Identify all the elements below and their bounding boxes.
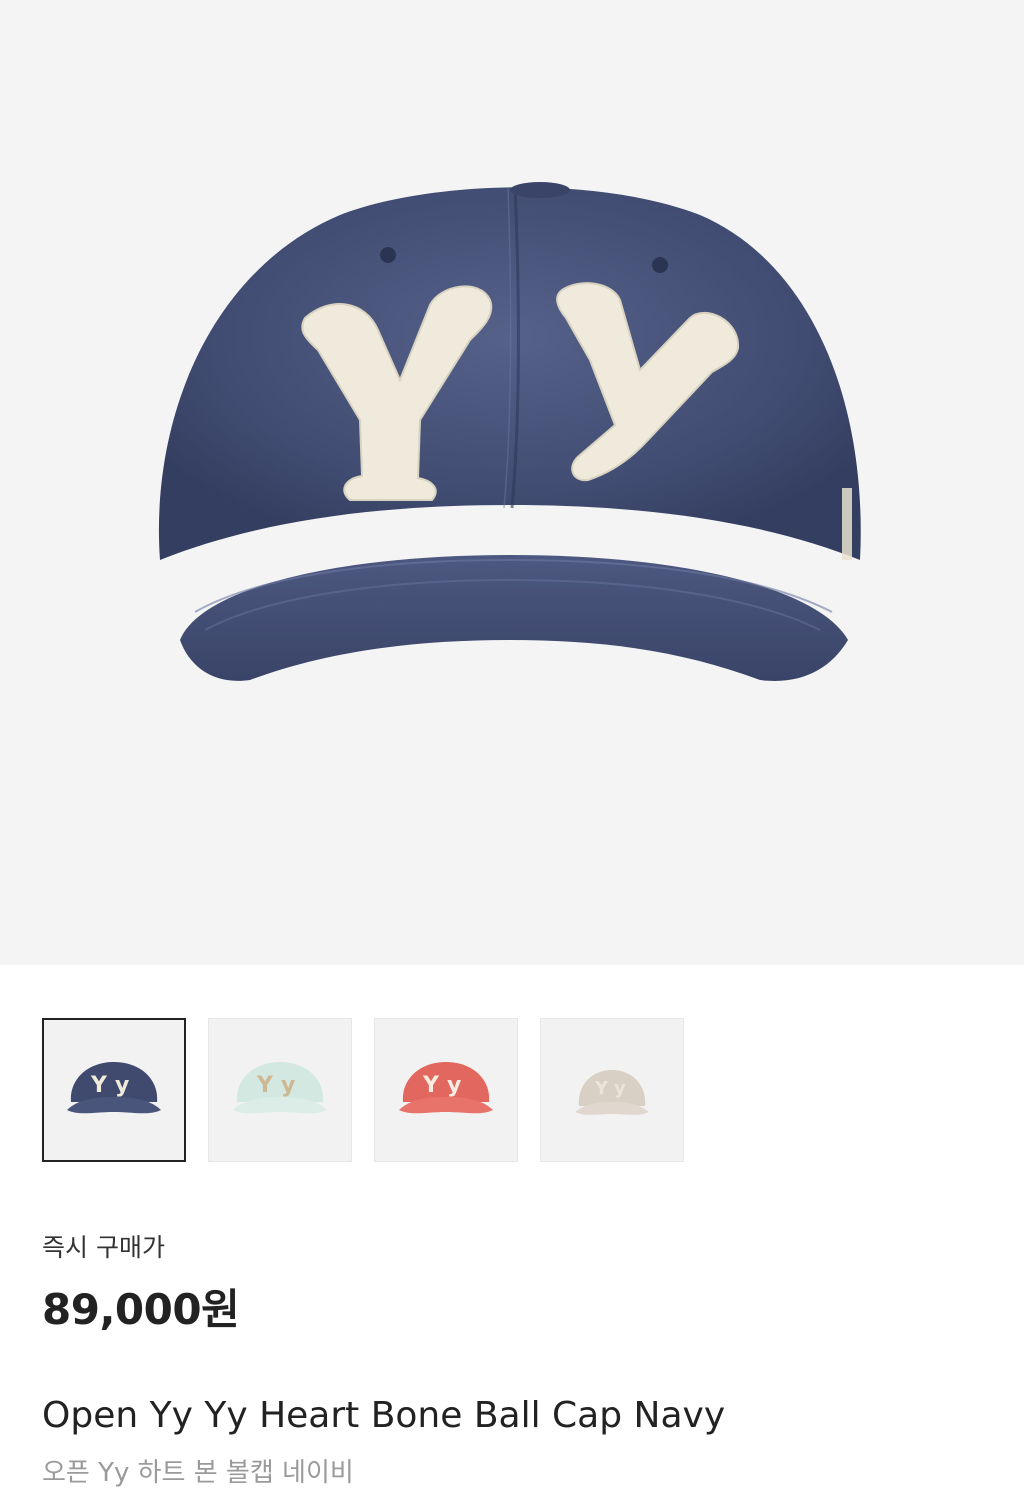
instant-buy-price-label: 즉시 구매가 (42, 1233, 165, 1262)
svg-text:Y: Y (256, 1073, 274, 1098)
svg-text:y: y (447, 1073, 461, 1098)
cap-illustration (158, 182, 861, 681)
color-options: Y y Y y Y y Y y (42, 1018, 684, 1162)
color-option-mint[interactable]: Y y (208, 1018, 352, 1162)
navy-cap-thumbnail: Y y (67, 1062, 161, 1114)
beige-cap-thumbnail: Y y (575, 1070, 649, 1115)
color-option-beige[interactable]: Y y (540, 1018, 684, 1162)
mint-cap-thumbnail: Y y (233, 1062, 327, 1114)
color-option-navy[interactable]: Y y (42, 1018, 186, 1162)
coral-cap-thumbnail: Y y (399, 1062, 493, 1114)
svg-text:Y: Y (422, 1073, 440, 1098)
product-title-korean: 오픈 Yy 하트 본 볼캡 네이비 (42, 1458, 354, 1488)
svg-text:y: y (614, 1078, 626, 1099)
svg-text:Y: Y (90, 1073, 108, 1098)
color-option-coral[interactable]: Y y (374, 1018, 518, 1162)
price-value: 89,000원 (42, 1285, 240, 1334)
svg-text:Y: Y (594, 1078, 609, 1099)
product-hero-image (0, 0, 1024, 965)
svg-text:y: y (115, 1073, 129, 1098)
cap-brim (180, 555, 848, 681)
product-title-english: Open Yy Yy Heart Bone Ball Cap Navy (42, 1395, 726, 1436)
svg-text:y: y (281, 1073, 295, 1098)
